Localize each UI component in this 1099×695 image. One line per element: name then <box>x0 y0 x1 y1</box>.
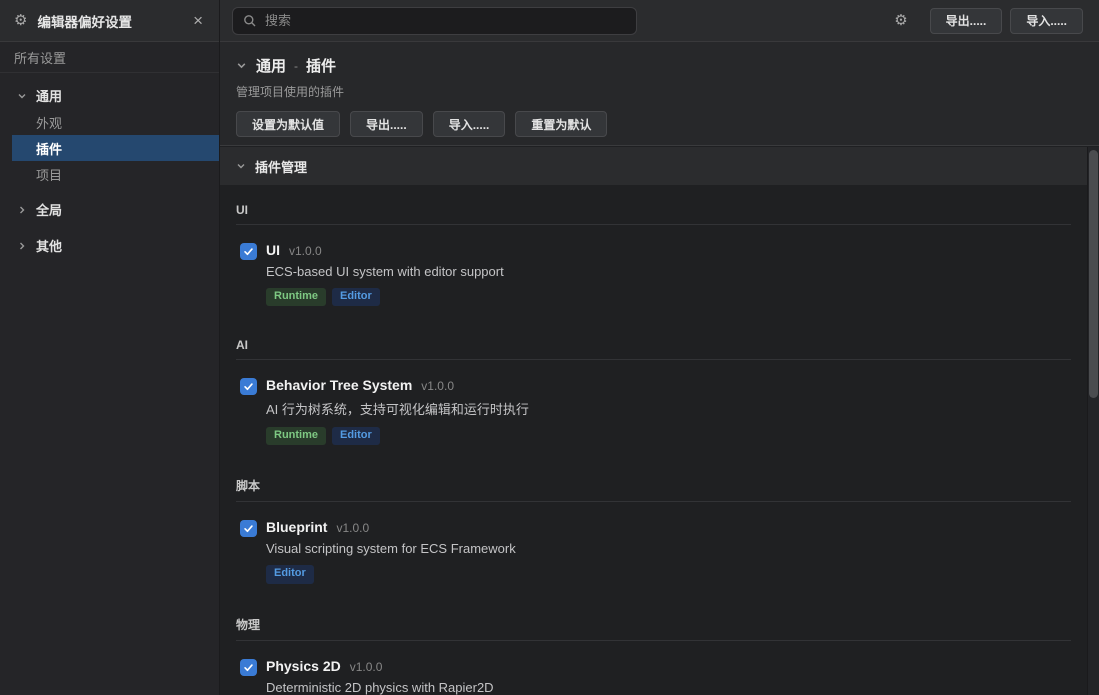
badge-runtime: Runtime <box>266 427 326 445</box>
import-button[interactable]: 导入..... <box>433 111 506 137</box>
plugin-enabled-checkbox[interactable] <box>240 243 257 260</box>
sidebar-group-label: 全局 <box>36 200 62 219</box>
plugin-name: Blueprint <box>266 519 327 535</box>
export-button[interactable]: 导出..... <box>350 111 423 137</box>
plugin-body: Behavior Tree System v1.0.0 AI 行为树系统，支持可… <box>266 377 529 445</box>
section-plugin-management[interactable]: 插件管理 <box>220 147 1087 185</box>
sidebar-header: ⚙ 编辑器偏好设置 × <box>0 0 219 42</box>
badge-row: Runtime Editor <box>266 427 529 445</box>
sidebar-group-other-toggle[interactable]: 其他 <box>0 232 219 259</box>
plugin-row: Physics 2D v1.0.0 Deterministic 2D physi… <box>240 658 1071 695</box>
chevron-right-icon <box>17 205 27 215</box>
breadcrumb-current: 插件 <box>306 55 336 76</box>
settings-gear-icon[interactable]: ⚙ <box>894 13 907 28</box>
sidebar-item-project[interactable]: 项目 <box>0 161 219 187</box>
scroll-region: 插件管理 UI UI v1.0.0 ECS-based UI system wi… <box>220 147 1087 695</box>
category-label: UI <box>236 203 1071 225</box>
sidebar-group-global-toggle[interactable]: 全局 <box>0 196 219 223</box>
sidebar-group-general-toggle[interactable]: 通用 <box>0 82 219 109</box>
sidebar-group-label: 其他 <box>36 236 62 255</box>
plugin-body: UI v1.0.0 ECS-based UI system with edito… <box>266 242 504 306</box>
preferences-window: ⚙ 编辑器偏好设置 × 所有设置 通用 外观 插件 项目 全局 <box>0 0 1099 695</box>
sidebar-group-other: 其他 <box>0 232 219 259</box>
plugin-category: UI UI v1.0.0 ECS-based UI system with ed… <box>220 203 1087 320</box>
main-panel: ⚙ 导出..... 导入..... 通用 - 插件 管理项目使用的插件 设置为默… <box>220 0 1099 695</box>
plugin-body: Blueprint v1.0.0 Visual scripting system… <box>266 519 516 583</box>
badge-runtime: Runtime <box>266 288 326 306</box>
plugin-name: UI <box>266 242 280 258</box>
plugin-row: UI v1.0.0 ECS-based UI system with edito… <box>240 242 1071 320</box>
category-label: 脚本 <box>236 477 1071 502</box>
sidebar-item-all-settings[interactable]: 所有设置 <box>0 42 219 73</box>
page-subtitle: 管理项目使用的插件 <box>236 83 1083 100</box>
topbar: ⚙ 导出..... 导入..... <box>220 0 1099 42</box>
plugin-description: ECS-based UI system with editor support <box>266 264 504 279</box>
plugin-name: Physics 2D <box>266 658 341 674</box>
plugin-version: v1.0.0 <box>336 521 369 535</box>
plugin-name: Behavior Tree System <box>266 377 412 393</box>
plugin-description: Deterministic 2D physics with Rapier2D <box>266 680 494 695</box>
sidebar: ⚙ 编辑器偏好设置 × 所有设置 通用 外观 插件 项目 全局 <box>0 0 220 695</box>
plugin-row: Blueprint v1.0.0 Visual scripting system… <box>240 519 1071 597</box>
topbar-export-button[interactable]: 导出..... <box>930 8 1003 34</box>
sidebar-group-global: 全局 <box>0 196 219 223</box>
sidebar-group-general: 通用 外观 插件 项目 <box>0 82 219 187</box>
section-title: 插件管理 <box>255 157 307 176</box>
plugin-enabled-checkbox[interactable] <box>240 520 257 537</box>
category-label: 物理 <box>236 616 1071 641</box>
sidebar-item-appearance[interactable]: 外观 <box>0 109 219 135</box>
gear-icon: ⚙ <box>14 13 27 28</box>
chevron-right-icon <box>17 241 27 251</box>
set-default-button[interactable]: 设置为默认值 <box>236 111 340 137</box>
chevron-down-icon <box>236 161 246 171</box>
plugin-category: AI Behavior Tree System v1.0.0 AI 行为树系统，… <box>220 338 1087 459</box>
breadcrumb: 通用 - 插件 <box>236 55 1083 76</box>
close-icon[interactable]: × <box>189 12 207 29</box>
badge-row: Editor <box>266 565 516 583</box>
chevron-down-icon[interactable] <box>236 60 247 71</box>
plugin-body: Physics 2D v1.0.0 Deterministic 2D physi… <box>266 658 494 695</box>
topbar-import-button[interactable]: 导入..... <box>1010 8 1083 34</box>
scrollbar-thumb[interactable] <box>1089 150 1098 398</box>
sidebar-group-label: 通用 <box>36 86 62 105</box>
search-icon <box>243 14 257 28</box>
badge-editor: Editor <box>332 288 380 306</box>
plugin-version: v1.0.0 <box>289 244 322 258</box>
plugin-row: Behavior Tree System v1.0.0 AI 行为树系统，支持可… <box>240 377 1071 459</box>
breadcrumb-parent[interactable]: 通用 <box>256 55 286 76</box>
page-header: 通用 - 插件 管理项目使用的插件 设置为默认值 导出..... 导入.....… <box>220 42 1099 146</box>
plugin-list: UI UI v1.0.0 ECS-based UI system with ed… <box>220 203 1087 695</box>
sidebar-item-plugins[interactable]: 插件 <box>12 135 219 161</box>
search-box <box>232 7 637 35</box>
breadcrumb-separator: - <box>294 59 298 73</box>
scrollbar[interactable] <box>1087 147 1099 695</box>
plugin-version: v1.0.0 <box>421 379 454 393</box>
chevron-down-icon <box>17 91 27 101</box>
reset-default-button[interactable]: 重置为默认 <box>515 111 607 137</box>
plugin-category: 脚本 Blueprint v1.0.0 Visual scripting sys… <box>220 477 1087 597</box>
plugin-description: AI 行为树系统，支持可视化编辑和运行时执行 <box>266 399 529 418</box>
action-row: 设置为默认值 导出..... 导入..... 重置为默认 <box>236 111 1083 137</box>
badge-row: Runtime Editor <box>266 288 504 306</box>
plugin-version: v1.0.0 <box>350 660 383 674</box>
badge-editor: Editor <box>266 565 314 583</box>
plugin-description: Visual scripting system for ECS Framewor… <box>266 541 516 556</box>
window-title: 编辑器偏好设置 <box>37 11 189 31</box>
plugin-category: 物理 Physics 2D v1.0.0 Deterministic 2D ph… <box>220 616 1087 695</box>
category-label: AI <box>236 338 1071 360</box>
search-input[interactable] <box>265 13 626 28</box>
plugin-enabled-checkbox[interactable] <box>240 378 257 395</box>
plugin-enabled-checkbox[interactable] <box>240 659 257 676</box>
badge-editor: Editor <box>332 427 380 445</box>
